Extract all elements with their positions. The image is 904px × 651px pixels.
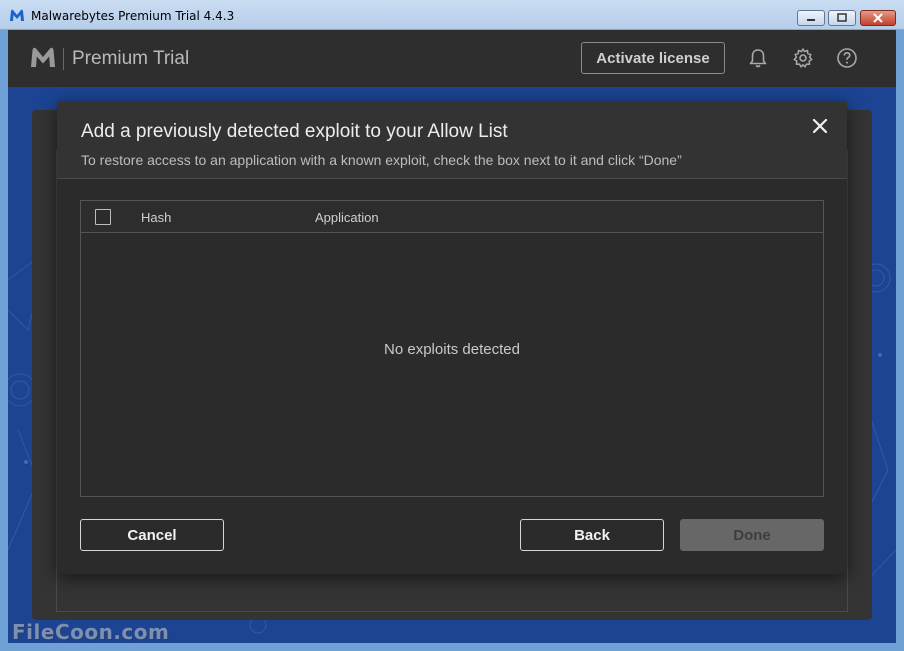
app-window: Premium Trial Activate license Add a pre… bbox=[8, 30, 896, 643]
window-title: Malwarebytes Premium Trial 4.4.3 bbox=[31, 9, 235, 23]
window-close-button[interactable] bbox=[860, 10, 896, 26]
close-icon[interactable] bbox=[809, 115, 831, 137]
exploit-table: Hash Application No exploits detected bbox=[80, 200, 824, 497]
gear-icon[interactable] bbox=[792, 47, 814, 69]
column-header-hash[interactable]: Hash bbox=[141, 210, 171, 225]
back-button[interactable]: Back bbox=[520, 519, 664, 551]
empty-state-message: No exploits detected bbox=[384, 341, 520, 358]
app-header: Premium Trial Activate license bbox=[8, 30, 896, 87]
column-header-application[interactable]: Application bbox=[315, 210, 379, 225]
dialog-subtitle: To restore access to an application with… bbox=[81, 152, 682, 168]
done-button[interactable]: Done bbox=[680, 519, 824, 551]
brand-title: Premium Trial bbox=[72, 48, 190, 69]
minimize-button[interactable] bbox=[797, 10, 825, 26]
bell-icon[interactable] bbox=[747, 47, 769, 69]
cancel-button[interactable]: Cancel bbox=[80, 519, 224, 551]
minimize-icon bbox=[807, 19, 815, 21]
activate-license-button[interactable]: Activate license bbox=[581, 42, 725, 74]
maximize-icon bbox=[837, 13, 847, 22]
malwarebytes-logo-icon bbox=[10, 9, 24, 21]
watermark-logo: FileCoon.com bbox=[12, 620, 170, 644]
table-header: Hash Application bbox=[81, 201, 823, 233]
allow-list-dialog: Add a previously detected exploit to you… bbox=[57, 101, 847, 574]
window-titlebar: Malwarebytes Premium Trial 4.4.3 bbox=[0, 0, 904, 30]
select-all-checkbox[interactable] bbox=[95, 209, 111, 225]
close-icon bbox=[873, 13, 883, 23]
brand-separator bbox=[63, 48, 64, 70]
maximize-button[interactable] bbox=[828, 10, 856, 26]
dialog-title: Add a previously detected exploit to you… bbox=[81, 121, 508, 142]
malwarebytes-m-icon bbox=[31, 47, 55, 67]
dialog-header: Add a previously detected exploit to you… bbox=[57, 101, 847, 179]
help-icon[interactable] bbox=[836, 47, 858, 69]
